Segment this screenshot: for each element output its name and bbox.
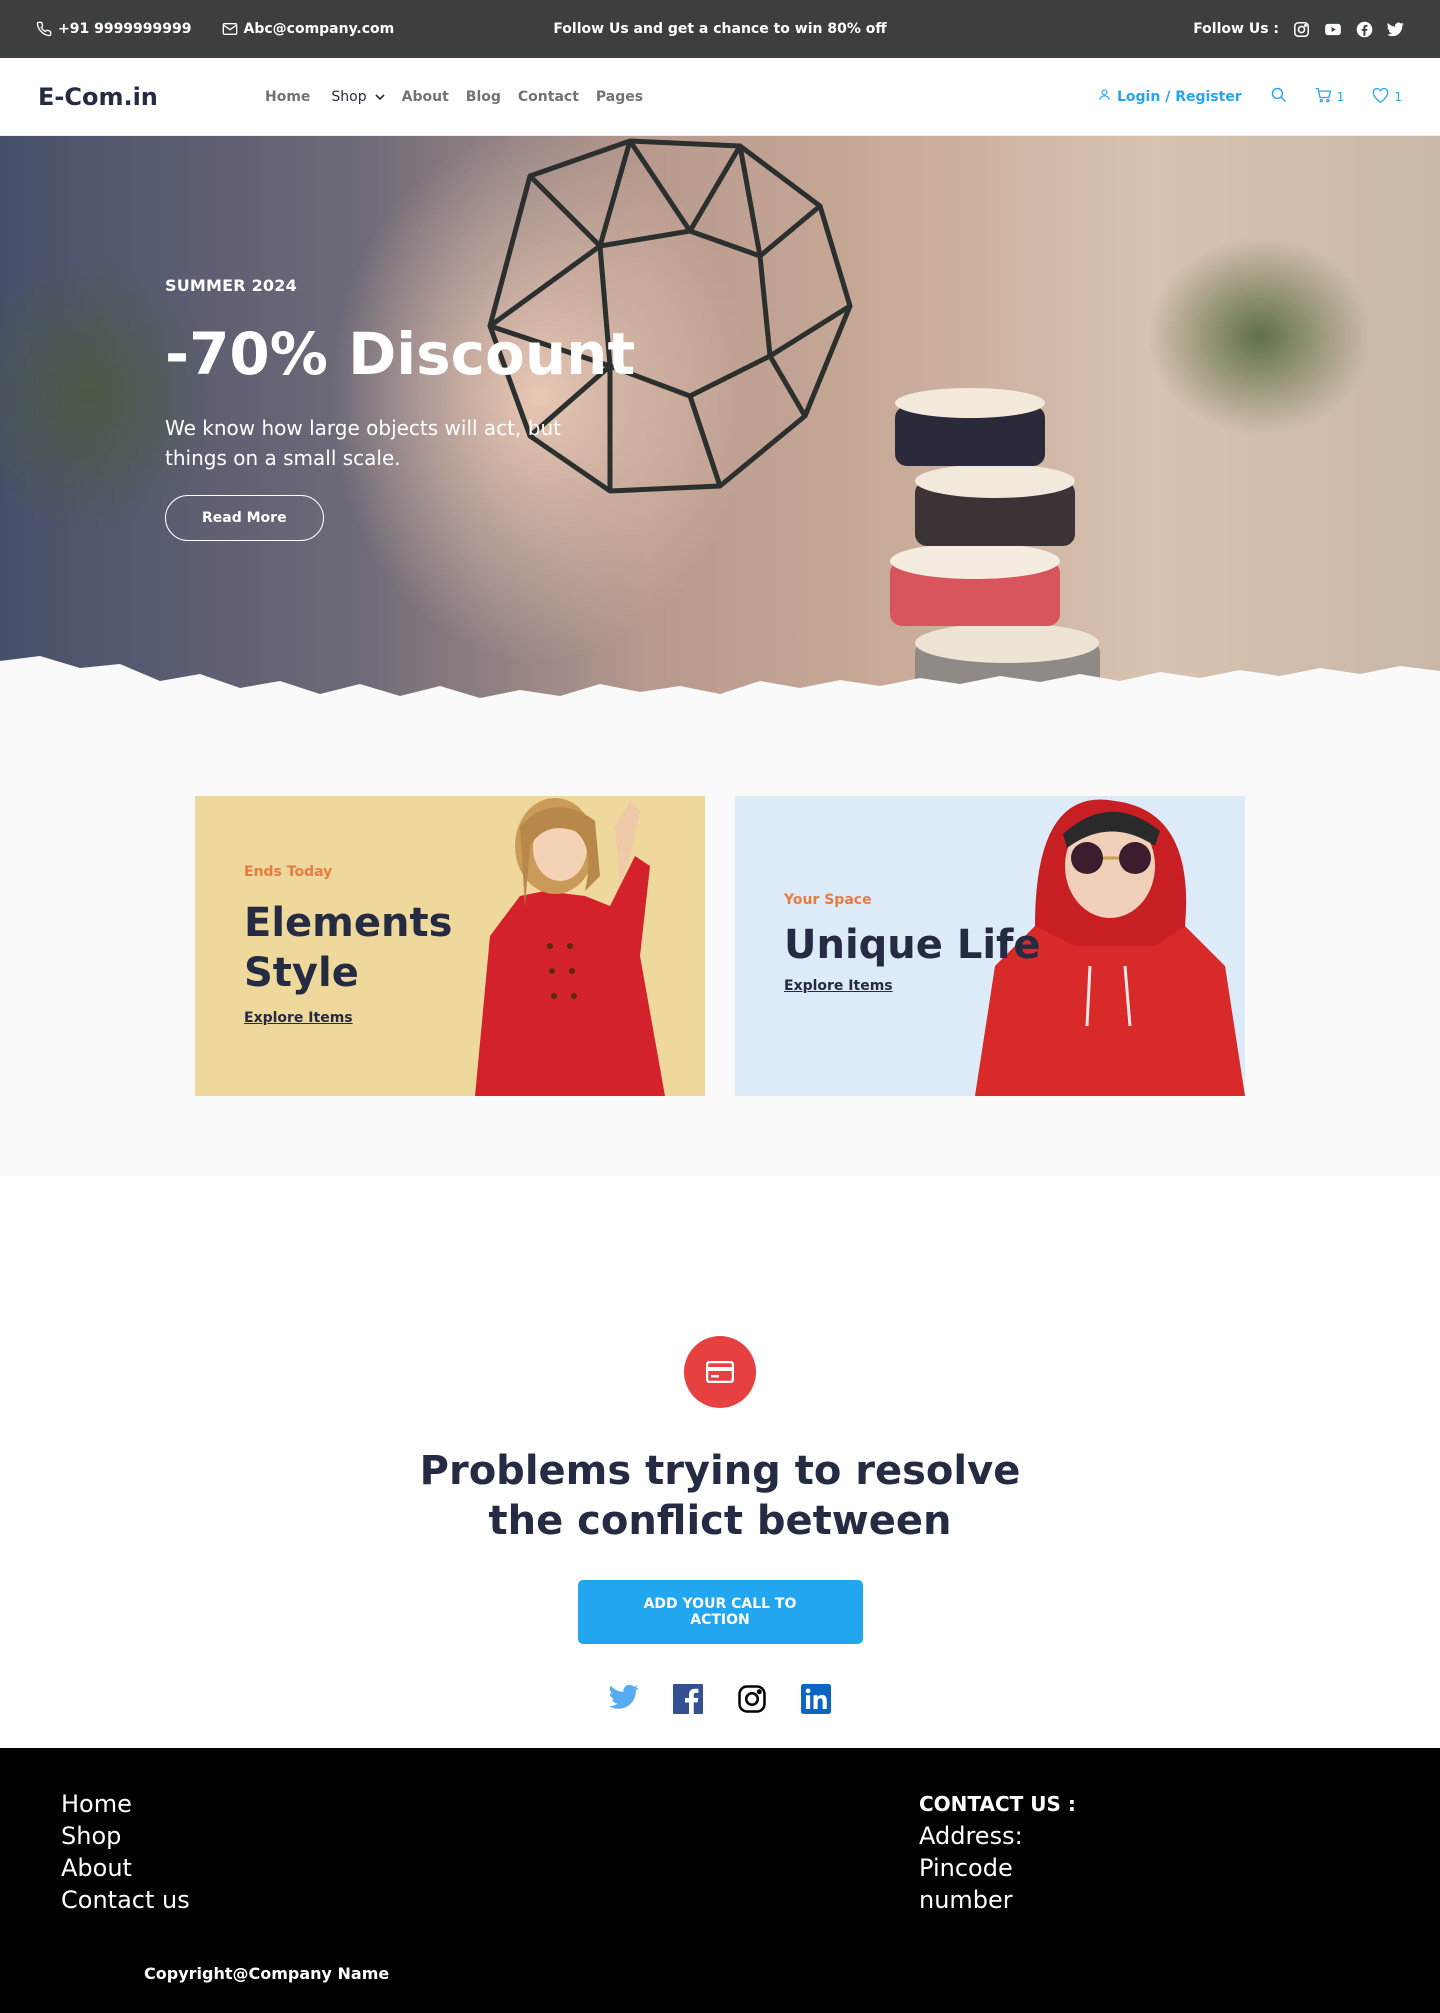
hero-content: SUMMER 2024 -70% Discount We know how la… [165,276,635,541]
copyright-text: Copyright@Company Name [144,1964,390,1983]
chevron-down-icon [375,89,385,105]
linkedin-icon[interactable] [801,1684,831,1718]
contact-heading: CONTACT US : [919,1792,1076,1816]
hero-eyebrow: SUMMER 2024 [165,276,297,295]
cart-count: 1 [1336,89,1345,104]
call-to-action-section: Problems trying to resolve the conflict … [0,1176,1440,1748]
read-more-button[interactable]: Read More [165,494,324,541]
instagram-icon[interactable] [737,1684,767,1718]
instagram-icon[interactable] [1293,21,1310,38]
promo-card-elements-style[interactable]: Ends Today Elements Style Explore Items [195,796,705,1096]
hero-banner: SUMMER 2024 -70% Discount We know how la… [0,136,1440,716]
footer-link-home[interactable]: Home [61,1788,190,1820]
cta-title-line: Problems trying to resolve [419,1448,1021,1494]
social-icons [1293,21,1404,38]
nav-home[interactable]: Home [265,89,310,105]
add-call-to-action-button[interactable]: ADD YOUR CALL TO ACTION [577,1580,863,1644]
top-bar: +91 9999999999 Abc@company.com Follow Us… [0,0,1440,58]
card-tag: Ends Today [244,864,333,880]
wishlist-button[interactable]: 1 [1372,87,1402,106]
cart-icon [1315,87,1332,106]
contact-number: number [919,1886,1013,1914]
card-text: Your Space Unique Life Explore Items [784,892,1041,994]
brand-logo[interactable]: E-Com.in [38,83,265,111]
facebook-icon[interactable] [673,1684,703,1718]
footer-link-about[interactable]: About [61,1852,190,1884]
card-tag: Your Space [784,892,872,908]
cart-button[interactable]: 1 [1315,87,1345,106]
heart-icon [1372,87,1389,106]
top-contact: +91 9999999999 Abc@company.com [36,21,394,37]
login-register-link[interactable]: Login / Register [1098,88,1242,105]
cta-social-icons [0,1684,1440,1718]
twitter-icon[interactable] [609,1684,639,1718]
explore-items-link[interactable]: Explore Items [244,1010,353,1026]
navbar: E-Com.in Home Shop About Blog Contact Pa… [0,58,1440,136]
hero-description: We know how large objects will act, but … [165,415,561,470]
footer-links: Home Shop About Contact us [61,1788,190,1916]
main-nav: Home Shop About Blog Contact Pages [265,89,643,105]
phone-contact[interactable]: +91 9999999999 [36,21,192,37]
card-title: Unique Life [784,920,1041,970]
card-title-line: Elements [244,900,453,946]
promo-cards: Ends Today Elements Style Explore Items [0,796,1440,1096]
nav-contact[interactable]: Contact [518,89,579,105]
search-icon[interactable] [1270,86,1287,107]
follow-label: Follow Us : [1193,21,1279,37]
phone-text: +91 9999999999 [58,21,192,37]
footer-link-contact[interactable]: Contact us [61,1884,190,1916]
card-title-line: Unique Life [784,922,1041,968]
footer-link-shop[interactable]: Shop [61,1820,190,1852]
user-icon [1098,88,1111,105]
nav-actions: Login / Register 1 1 [1098,86,1402,107]
credit-card-icon [684,1336,756,1408]
contact-address: Address: [919,1822,1023,1850]
nav-about[interactable]: About [402,89,449,105]
contact-pincode: Pincode [919,1854,1013,1882]
youtube-icon[interactable] [1324,21,1342,38]
email-contact[interactable]: Abc@company.com [222,21,395,37]
card-text: Ends Today Elements Style Explore Items [244,864,452,1026]
cta-title: Problems trying to resolve the conflict … [0,1446,1440,1546]
promo-cards-section: Ends Today Elements Style Explore Items [0,716,1440,1176]
card-title-line: Style [244,950,359,996]
nav-blog[interactable]: Blog [466,89,501,105]
mail-icon [222,21,238,37]
email-text: Abc@company.com [243,21,395,37]
phone-icon [36,21,52,37]
facebook-icon[interactable] [1356,21,1373,38]
nav-shop-label: Shop [331,88,367,105]
torn-paper-edge [0,656,1440,716]
footer-contact: CONTACT US : Address: Pincode number [919,1788,1076,1916]
explore-items-link[interactable]: Explore Items [784,978,893,994]
girl-red-coat-image [475,798,665,1096]
nav-shop[interactable]: Shop [331,88,385,105]
card-title: Elements Style [244,898,452,998]
promo-card-unique-life[interactable]: Your Space Unique Life Explore Items [735,796,1245,1096]
footer: Home Shop About Contact us CONTACT US : … [0,1748,1440,2013]
login-register-label: Login / Register [1117,88,1242,105]
nav-pages[interactable]: Pages [596,89,643,105]
hero-title: -70% Discount [165,320,636,388]
cta-title-line: the conflict between [488,1498,952,1544]
follow-us: Follow Us : [1193,21,1404,38]
twitter-icon[interactable] [1387,22,1404,37]
wishlist-count: 1 [1394,89,1402,104]
